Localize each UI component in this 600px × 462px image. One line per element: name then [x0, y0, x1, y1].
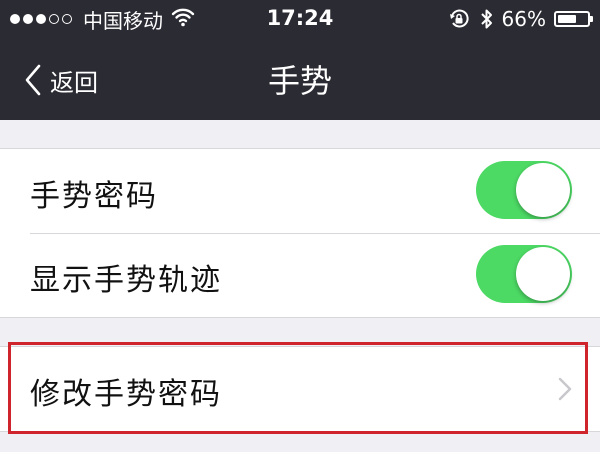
battery-percent: 66%	[501, 7, 546, 31]
toggle-knob	[516, 163, 570, 217]
battery-cap	[590, 16, 593, 22]
gesture-password-toggle[interactable]	[476, 161, 572, 219]
page-title: 手势	[267, 62, 332, 100]
navigation-bar: 返回 手势	[0, 38, 600, 120]
header: 中国移动 17:24 66% 返回 手势	[0, 0, 600, 120]
change-gesture-password-label: 修改手势密码	[30, 377, 222, 412]
orientation-lock-icon	[448, 8, 470, 30]
gesture-settings-group: 手势密码 显示手势轨迹	[0, 148, 600, 318]
setting-row-gesture-password: 手势密码	[0, 149, 600, 234]
status-bar: 中国移动 17:24 66%	[0, 0, 600, 38]
setting-row-change-gesture-password[interactable]: 修改手势密码	[0, 347, 600, 431]
battery-fill	[558, 15, 577, 23]
status-right: 66%	[448, 7, 593, 31]
chevron-right-icon	[558, 377, 572, 401]
toggle-knob	[516, 247, 570, 301]
show-gesture-trail-label: 显示手势轨迹	[30, 263, 222, 298]
bottom-strip	[0, 452, 600, 462]
show-gesture-trail-toggle[interactable]	[476, 245, 572, 303]
gesture-password-label: 手势密码	[30, 179, 158, 214]
change-password-group: 修改手势密码	[0, 346, 600, 432]
battery-icon	[554, 11, 593, 27]
bluetooth-icon	[480, 8, 494, 30]
setting-row-show-gesture-trail: 显示手势轨迹	[0, 233, 600, 317]
